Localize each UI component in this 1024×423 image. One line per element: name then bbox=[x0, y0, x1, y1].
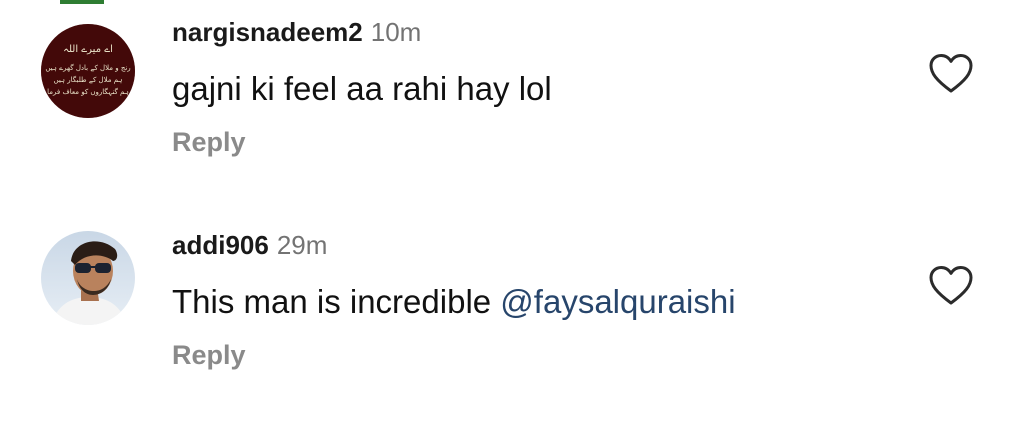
username[interactable]: addi906 bbox=[172, 230, 269, 260]
avatar[interactable] bbox=[41, 231, 135, 325]
avatar[interactable]: اے میرے اللہ رنج و ملال کے بادل گھرے ہیں… bbox=[41, 24, 135, 118]
urdu-calligraphy-avatar-icon: اے میرے اللہ رنج و ملال کے بادل گھرے ہیں… bbox=[41, 24, 135, 118]
comment-item: addi906 29m This man is incredible @faysa… bbox=[0, 210, 1024, 410]
timestamp: 29m bbox=[276, 230, 328, 260]
comment-body: gajni ki feel aa rahi hay lol bbox=[172, 70, 552, 107]
avatar-text-line: رنج و ملال کے بادل گھرے ہیں bbox=[45, 63, 130, 72]
avatar-text-line: اے میرے اللہ bbox=[63, 44, 113, 55]
comment-meta: nargisnadeem2 10m bbox=[172, 17, 421, 47]
avatar-text-line: ہم ملال کے طلبگار ہیں bbox=[53, 75, 122, 84]
comment-text: This man is incredible @faysalquraishi bbox=[172, 282, 736, 322]
like-button[interactable] bbox=[928, 53, 974, 95]
comment-text: gajni ki feel aa rahi hay lol bbox=[172, 69, 552, 109]
heart-outline-icon bbox=[929, 54, 973, 93]
profile-photo-avatar-icon bbox=[41, 231, 135, 325]
reply-button[interactable]: Reply bbox=[172, 127, 246, 157]
username[interactable]: nargisnadeem2 bbox=[172, 17, 363, 47]
comment-body: This man is incredible bbox=[172, 283, 501, 320]
avatar-text-line: ہم گنہگاروں کو معاف فرما bbox=[47, 87, 129, 96]
reply-button[interactable]: Reply bbox=[172, 340, 246, 370]
mention-link[interactable]: @faysalquraishi bbox=[500, 283, 735, 320]
heart-outline-icon bbox=[929, 266, 973, 305]
comment-meta: addi906 29m bbox=[172, 230, 327, 260]
comment-item: اے میرے اللہ رنج و ملال کے بادل گھرے ہیں… bbox=[0, 0, 1024, 200]
like-button[interactable] bbox=[928, 265, 974, 307]
timestamp: 10m bbox=[370, 17, 422, 47]
